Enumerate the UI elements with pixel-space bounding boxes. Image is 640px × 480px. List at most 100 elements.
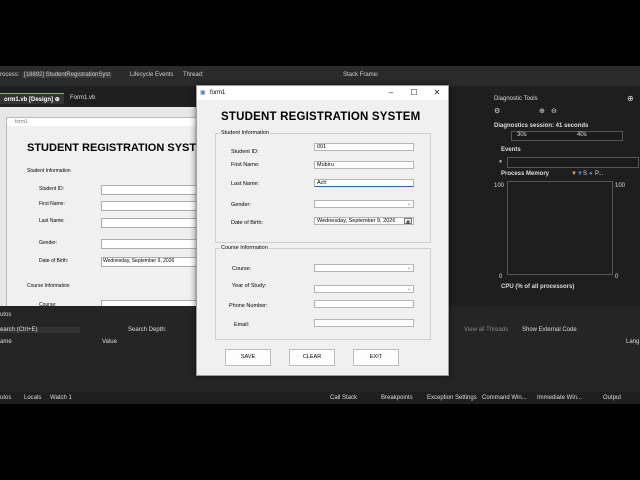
private-bytes-icon: ● <box>589 171 593 177</box>
dob-label: Date of Birth: <box>231 220 264 226</box>
tab-locals[interactable]: Locals <box>24 395 41 401</box>
diagnostic-title: Diagnostic Tools <box>494 96 538 102</box>
tab-watch1[interactable]: Watch 1 <box>50 395 72 401</box>
axis-label: 100 <box>615 183 626 189</box>
last-name-label: Last Name: <box>231 181 260 187</box>
bottom-tool-tabs: utos Locals Watch 1 Call Stack Breakpoin… <box>0 392 640 404</box>
tab-autos[interactable]: utos <box>0 395 11 401</box>
column-header-name[interactable]: ame <box>0 339 12 345</box>
tab-output[interactable]: Output <box>603 395 621 401</box>
save-button[interactable]: SAVE <box>225 349 271 366</box>
pause-icon: ⏸ <box>499 159 503 165</box>
designer-label: First Name: <box>39 201 65 207</box>
designer-title: STUDENT REGISTRATION SYST <box>27 142 197 154</box>
gender-label: Gender: <box>231 202 251 208</box>
axis-label: 0 <box>499 274 503 280</box>
tab-form1-design[interactable]: orm1.vb [Design] ⊕ <box>0 93 64 104</box>
diagnostic-tools-panel: Diagnostic Tools ⊕ ⚙ ⊕ ⊖ Diagnostics ses… <box>489 92 640 306</box>
events-section-label[interactable]: Events <box>501 147 521 153</box>
thread-label: Thread: <box>183 72 204 78</box>
designer-form-caption: form1 <box>15 119 28 125</box>
student-id-label: Student ID: <box>231 149 259 155</box>
search-depth-label: Search Depth: <box>128 327 167 333</box>
autos-search-input[interactable]: earch (Ctrl+E) <box>0 327 80 333</box>
debug-toolbar: rocess: [18892] StudentRegistrationSyst … <box>0 66 640 86</box>
dob-datepicker[interactable]: Wednesday, September 9, 2026 ▦ <box>314 217 414 225</box>
cpu-label: CPU (% of all processors) <box>501 284 575 290</box>
app-icon: ▣ <box>200 90 206 96</box>
designer-group-label: Student Information <box>27 168 71 174</box>
page-title: STUDENT REGISTRATION SYSTEM <box>221 111 421 123</box>
phone-number-field[interactable] <box>314 300 414 308</box>
show-external-code-toggle[interactable]: Show External Code <box>522 327 577 333</box>
window-titlebar[interactable]: ▣ form1 – ☐ ✕ <box>197 86 448 100</box>
tab-breakpoints[interactable]: Breakpoints <box>381 395 413 401</box>
designer-label: Last Name: <box>39 218 65 224</box>
close-icon[interactable]: ✕ <box>431 88 443 98</box>
view-threads-button[interactable]: View all Threads <box>464 327 508 333</box>
year-of-study-label: Year of Study: <box>232 283 267 289</box>
window-caption: form1 <box>210 90 226 96</box>
chevron-down-icon: ⌄ <box>406 201 411 207</box>
tab-label: orm1.vb [Design] <box>4 97 54 103</box>
tab-command-window[interactable]: Command Win... <box>482 395 527 401</box>
year-of-study-combobox[interactable]: ⌄ <box>314 285 414 293</box>
designer-label: Date of Birth: <box>39 258 69 264</box>
email-label: Email: <box>234 322 250 328</box>
calendar-icon[interactable]: ▦ <box>404 218 412 224</box>
designer-label: Student ID: <box>39 186 65 192</box>
first-name-label: First Name: <box>231 162 260 168</box>
memory-legend: S <box>583 171 588 177</box>
tab-call-stack[interactable]: Call Stack <box>330 395 357 401</box>
timeline-ruler[interactable] <box>511 131 623 141</box>
gender-combobox[interactable]: ⌄ <box>314 200 414 208</box>
session-label: Diagnostics session: 41 seconds <box>494 123 589 129</box>
chevron-down-icon: ⌄ <box>406 265 411 271</box>
tick-label: 40s <box>577 132 587 138</box>
exit-button[interactable]: EXIT <box>353 349 399 366</box>
zoom-out-icon[interactable]: ⊖ <box>551 107 557 115</box>
tab-label: Form1.vb <box>70 95 96 101</box>
designer-form-titlebar: form1 <box>7 118 207 126</box>
tab-immediate-window[interactable]: Immediate Win... <box>537 395 582 401</box>
pin-icon[interactable]: ⊕ <box>627 94 634 103</box>
clear-button[interactable]: CLEAR <box>289 349 335 366</box>
course-label: Course: <box>232 266 252 272</box>
student-information-group: Student Information Student ID: 001 Firs… <box>215 130 431 243</box>
maximize-icon[interactable]: ☐ <box>408 88 420 98</box>
lifecycle-events-button[interactable]: Lifecycle Events <box>130 72 173 78</box>
email-field[interactable] <box>314 319 414 327</box>
memory-graph-frame <box>507 181 613 275</box>
group-title: Course Information <box>220 245 269 251</box>
axis-label: 100 <box>494 183 505 189</box>
course-combobox[interactable]: ⌄ <box>314 264 414 272</box>
memory-legend-2: P... <box>595 171 604 177</box>
first-name-field[interactable]: Mubiru <box>314 161 414 169</box>
process-dropdown[interactable]: [18892] StudentRegistrationSyst <box>22 72 113 78</box>
dob-value: Wednesday, September 9, 2026 <box>317 218 396 224</box>
column-header-value[interactable]: Value <box>102 339 117 345</box>
document-tabs: orm1.vb [Design] ⊕ Form1.vb <box>0 92 200 104</box>
process-memory-label: Process Memory <box>501 171 550 177</box>
settings-gear-icon[interactable]: ⚙ <box>494 107 500 115</box>
last-name-field[interactable]: Ach <box>314 179 414 187</box>
tick-label: 30s <box>517 132 527 138</box>
pin-icon[interactable]: ⊕ <box>55 97 60 103</box>
events-track <box>507 157 639 168</box>
autos-title: utos <box>0 312 12 318</box>
phone-number-label: Phone Number: <box>229 303 268 309</box>
designer-label: Gender: <box>39 240 58 246</box>
tab-exception-settings[interactable]: Exception Settings <box>427 395 477 401</box>
process-label: rocess: <box>0 72 20 78</box>
student-registration-window: ▣ form1 – ☐ ✕ STUDENT REGISTRATION SYSTE… <box>196 85 449 376</box>
course-information-group: Course Information Course: ⌄ Year of Stu… <box>215 245 431 340</box>
stack-frame-label: Stack Frame: <box>343 72 379 78</box>
group-title: Student Information <box>220 130 271 136</box>
minimize-icon[interactable]: – <box>385 88 397 98</box>
zoom-in-icon[interactable]: ⊕ <box>539 107 545 115</box>
column-header-language[interactable]: Lang <box>626 339 639 345</box>
designer-group-label: Course Information <box>27 283 70 289</box>
tab-form1-vb[interactable]: Form1.vb <box>66 93 99 104</box>
chevron-down-icon: ⌄ <box>406 286 411 292</box>
student-id-field[interactable]: 001 <box>314 143 414 151</box>
